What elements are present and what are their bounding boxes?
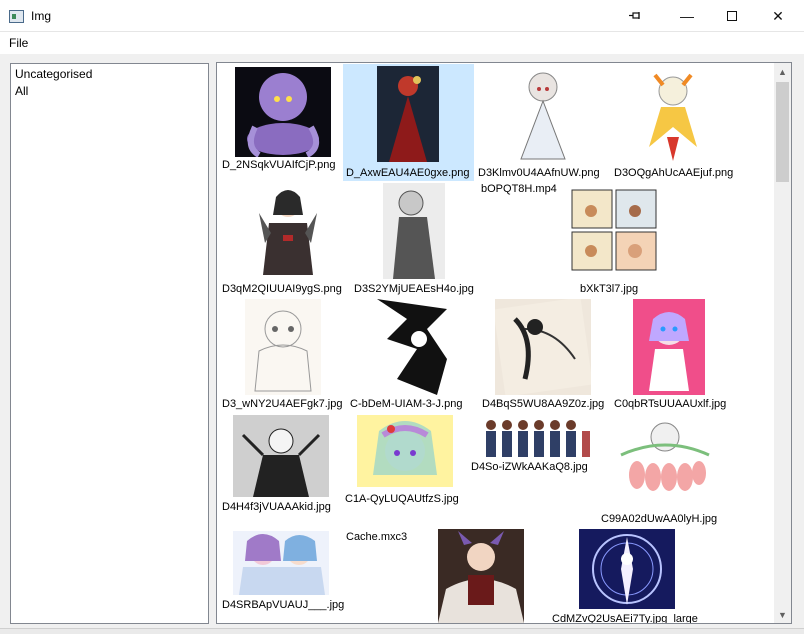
image-tile[interactable]: C-bDeM-UIAM-3-J.png [347, 297, 477, 413]
image-tile[interactable]: D4BqS5WU8AA9Z0z.jpg [479, 297, 609, 413]
image-tile[interactable]: bXkT3l7.jpg [571, 181, 663, 299]
thumbnail [357, 415, 453, 487]
thumbnail [235, 67, 331, 157]
image-label: D4H4f3jVUAAAkid.jpg [222, 501, 331, 513]
image-tile[interactable]: C1A-QyLUQAUtfzS.jpg [343, 413, 473, 529]
image-label: D4BqS5WU8AA9Z0z.jpg [482, 398, 605, 410]
thumbnail [639, 67, 707, 163]
menu-bar: File [0, 32, 804, 54]
image-label: bOPQT8H.mp4 [481, 183, 557, 195]
image-label: D3Klmv0U4AAfnUW.png [478, 167, 600, 179]
thumbnail [438, 529, 524, 623]
image-tile[interactable]: D3OQgAhUcAAEjuf.png [611, 65, 744, 179]
image-label: D_AxwEAU4AE0gxe.png [346, 167, 470, 179]
minimize-icon: — [680, 8, 694, 24]
status-strip [0, 628, 804, 634]
scrollbar-thumb[interactable] [776, 82, 789, 182]
image-tile[interactable]: D4H4f3jVUAAAkid.jpg [219, 413, 343, 529]
thumbnail [495, 299, 591, 395]
thumbnail [245, 299, 321, 395]
image-label: bXkT3l7.jpg [580, 283, 639, 295]
image-label: Cache.mxc3 [346, 531, 408, 543]
thumbnail [617, 415, 713, 499]
thumbnail [255, 183, 321, 279]
thumbnail [233, 415, 329, 497]
thumbnail [579, 529, 675, 609]
image-tile[interactable]: D3S2YMjUEAEsH4o.jpg [351, 181, 477, 299]
thumbnail [377, 66, 439, 162]
image-label: CdMZvQ2UsAEi7Ty.jpg_large [552, 613, 698, 624]
close-icon: ✕ [772, 7, 784, 24]
thumbnail [233, 531, 329, 595]
image-label: C99A02dUwAA0lyH.jpg [601, 513, 718, 525]
image-tile[interactable] [437, 529, 527, 623]
minimize-button[interactable]: — [664, 0, 710, 32]
menu-file[interactable]: File [9, 36, 28, 50]
image-tile[interactable]: D3qM2QIUUAI9ygS.png [219, 181, 349, 299]
thumbnail [383, 183, 445, 279]
title-bar: Img — ✕ [0, 0, 804, 32]
pin-button[interactable] [612, 0, 658, 32]
category-item-all[interactable]: All [15, 84, 28, 98]
image-label: C0qbRTsUUAAUxlf.jpg [614, 398, 727, 410]
maximize-icon [727, 11, 737, 21]
image-label: D3qM2QIUUAI9ygS.png [222, 283, 342, 295]
thumbnail [633, 299, 705, 395]
image-tile[interactable]: D3_wNY2U4AEFgk7.jpg [219, 297, 345, 413]
image-tile[interactable]: Cache.mxc3 [345, 529, 437, 569]
image-tile[interactable]: D3Klmv0U4AAfnUW.png bOPQT8H.mp4 [475, 65, 608, 195]
image-tile[interactable]: D_AxwEAU4AE0gxe.png [343, 64, 474, 181]
image-tile[interactable]: CdMZvQ2UsAEi7Ty.jpg_large [552, 529, 698, 623]
image-label: C-bDeM-UIAM-3-J.png [350, 398, 463, 410]
close-button[interactable]: ✕ [755, 0, 801, 32]
image-label: D_2NSqkVUAIfCjP.png [222, 159, 336, 171]
category-list[interactable]: Uncategorised All [10, 63, 209, 624]
image-label: D3OQgAhUcAAEjuf.png [614, 167, 734, 179]
thumbnail [481, 415, 591, 459]
thumbnail [571, 189, 657, 271]
image-label: C1A-QyLUQAUtfzS.jpg [345, 493, 459, 505]
image-tile[interactable]: D4SRBApVUAUJ___.jpg [219, 529, 345, 623]
category-item-uncategorised[interactable]: Uncategorised [15, 67, 92, 81]
app-icon [9, 10, 24, 23]
image-label: D4So-iZWkAAKaQ8.jpg [471, 461, 588, 473]
image-tile[interactable]: D4So-iZWkAAKaQ8.jpg [469, 413, 603, 529]
scroll-down-arrow-icon[interactable]: ▼ [774, 606, 791, 623]
pin-icon [629, 12, 640, 19]
image-grid[interactable]: D_2NSqkVUAIfCjP.png D_AxwEAU4AE0gxe.png … [216, 62, 792, 624]
maximize-button[interactable] [709, 0, 755, 32]
vertical-scrollbar[interactable]: ▲ ▼ [774, 63, 791, 623]
image-tile[interactable]: C0qbRTsUUAAUxlf.jpg [611, 297, 741, 413]
image-tile[interactable]: D_2NSqkVUAIfCjP.png [219, 65, 341, 179]
image-tile[interactable]: C99A02dUwAA0lyH.jpg [601, 413, 741, 533]
thumbnail [377, 299, 447, 395]
image-label: D4SRBApVUAUJ___.jpg [222, 599, 345, 611]
window-title: Img [31, 9, 52, 23]
thumbnail [511, 67, 575, 163]
image-label: D3_wNY2U4AEFgk7.jpg [222, 398, 343, 410]
scroll-up-arrow-icon[interactable]: ▲ [774, 63, 791, 80]
image-label: D3S2YMjUEAEsH4o.jpg [354, 283, 474, 295]
